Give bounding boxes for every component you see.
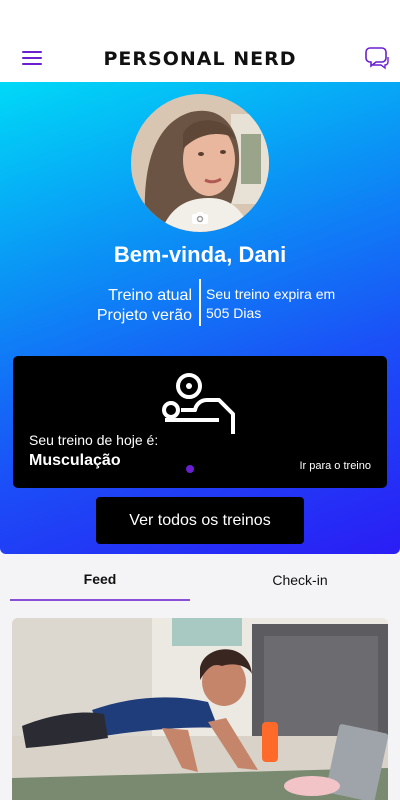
bench-press-icon	[162, 373, 235, 434]
current-workout-name: Projeto verão	[96, 307, 192, 324]
today-workout-title: Musculação	[29, 452, 121, 469]
go-to-workout-link[interactable]: Ir para o treino	[299, 460, 371, 472]
expiry-label: Seu treino expira em	[206, 286, 336, 302]
info-divider	[199, 279, 201, 326]
carousel-indicator-dot[interactable]	[186, 465, 194, 473]
current-workout-info: Treino atual Projeto verão	[97, 286, 192, 326]
tab-checkin[interactable]: Check-in	[210, 555, 390, 603]
today-workout-subtitle: Seu treino de hoje é:	[29, 432, 159, 448]
feed-post-image[interactable]	[12, 618, 388, 800]
today-workout-card[interactable]: Seu treino de hoje é: Musculação Ir para…	[13, 356, 387, 488]
expiry-days: 505 Dias	[206, 305, 262, 321]
greeting-text: Bem-vinda, Dani	[113, 242, 287, 267]
feed-tabs: Feed Check-in	[0, 555, 400, 605]
chat-bubbles-icon[interactable]	[364, 44, 390, 70]
workout-expiry-info: Seu treino expira em 505 Dias	[206, 285, 335, 323]
app-header: PERSONAL NERD	[0, 0, 400, 82]
camera-icon[interactable]	[191, 211, 209, 225]
tab-feed[interactable]: Feed	[10, 555, 190, 603]
brand-logo: PERSONAL NERD	[103, 48, 297, 70]
active-tab-indicator	[10, 599, 190, 601]
app-screen: PERSONAL NERD Bem-vinda, Dani Treino atu…	[0, 0, 400, 800]
current-workout-label: Treino atual	[108, 287, 192, 304]
profile-hero: Bem-vinda, Dani Treino atual Projeto ver…	[0, 82, 400, 554]
view-all-workouts-button[interactable]: Ver todos os treinos	[96, 497, 304, 544]
